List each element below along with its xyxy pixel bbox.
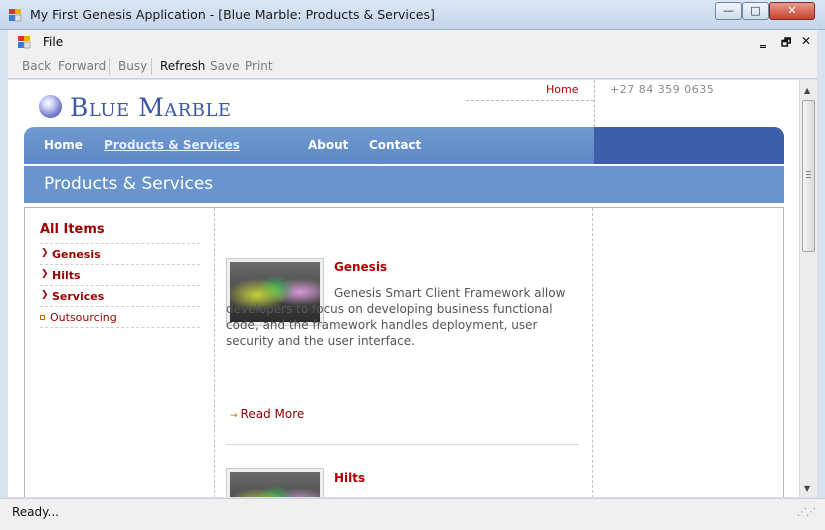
arrow-right-icon: → xyxy=(230,411,238,421)
mdi-close-button[interactable]: ✕ xyxy=(801,34,811,48)
resize-grip-icon[interactable]: ⋰⋰ xyxy=(797,507,816,518)
square-bullet-icon xyxy=(40,315,45,320)
sidebar-item-genesis[interactable]: ❯ Genesis xyxy=(40,243,200,264)
nav-item-home[interactable]: Home xyxy=(44,138,83,152)
product-description: Genesis Smart Client Framework allow dev… xyxy=(226,286,566,348)
nav-item-products-services[interactable]: Products & Services xyxy=(104,138,240,152)
refresh-button[interactable]: Refresh xyxy=(160,59,205,73)
file-menu[interactable]: File xyxy=(43,35,63,49)
chevron-right-icon: ❯ xyxy=(41,290,49,300)
grip-line xyxy=(806,174,811,175)
menu-bar: File ‗ 🗗 ✕ xyxy=(8,30,817,54)
browser-viewport[interactable]: Blue Marble Home +27 84 359 0635 Home Pr… xyxy=(8,80,799,497)
toolbar-separator xyxy=(151,58,152,75)
chevron-right-icon: ❯ xyxy=(41,269,49,279)
sidebar-item-hilts[interactable]: ❯ Hilts xyxy=(40,264,200,285)
sidebar-item-outsourcing[interactable]: Outsourcing xyxy=(40,306,200,327)
scroll-up-icon[interactable]: ▲ xyxy=(804,86,810,95)
sidebar-item-label: Hilts xyxy=(52,269,81,282)
save-button[interactable]: Save xyxy=(210,59,239,73)
grip-line xyxy=(806,171,811,172)
window-title: My First Genesis Application - [Blue Mar… xyxy=(30,7,435,22)
nav-item-about[interactable]: About xyxy=(308,138,348,152)
nav-item-contact[interactable]: Contact xyxy=(369,138,421,152)
divider xyxy=(466,100,594,101)
product-thumbnail[interactable] xyxy=(226,468,324,497)
page-header: Products & Services xyxy=(24,166,784,203)
vertical-scrollbar[interactable]: ▲ ▼ xyxy=(799,80,817,497)
back-button[interactable]: Back xyxy=(22,59,51,73)
scrollbar-thumb[interactable] xyxy=(802,100,815,252)
product-title[interactable]: Hilts xyxy=(334,471,365,485)
sidebar-item-label: Services xyxy=(52,290,105,303)
column-divider xyxy=(592,208,593,497)
toolbar: Back Forward Busy Refresh Save Print xyxy=(8,54,817,79)
sidebar-item-label: Outsourcing xyxy=(50,311,117,324)
mdi-child-icon[interactable] xyxy=(17,35,31,49)
maximize-button[interactable]: □ xyxy=(742,2,769,20)
busy-indicator: Busy xyxy=(118,59,148,73)
phone-number: +27 84 359 0635 xyxy=(610,83,715,96)
nav-right-panel xyxy=(594,127,784,164)
product-title[interactable]: Genesis xyxy=(334,260,387,274)
status-bar: Ready... ⋰⋰ xyxy=(0,498,825,530)
read-more-label: Read More xyxy=(240,407,305,421)
sidebar-title: All Items xyxy=(40,222,105,237)
scroll-down-icon[interactable]: ▼ xyxy=(804,484,810,493)
grip-line xyxy=(806,177,811,178)
app-window-icon xyxy=(9,9,22,22)
main-nav: Home Products & Services About Contact xyxy=(24,127,784,164)
minimize-button[interactable]: — xyxy=(715,2,742,20)
toolbar-separator xyxy=(109,58,110,75)
status-text: Ready... xyxy=(12,505,59,519)
close-button[interactable]: ✕ xyxy=(769,2,815,20)
read-more-link[interactable]: → Read More xyxy=(230,407,304,421)
forward-button[interactable]: Forward xyxy=(58,59,106,73)
site-logo[interactable]: Blue Marble xyxy=(70,93,232,122)
column-divider xyxy=(214,208,215,497)
sidebar-item-label: Genesis xyxy=(52,248,101,261)
page-title: Products & Services xyxy=(44,174,214,194)
window-titlebar: My First Genesis Application - [Blue Mar… xyxy=(0,0,825,30)
divider xyxy=(40,327,200,328)
divider xyxy=(594,80,595,127)
mdi-minimize-button[interactable]: ‗ xyxy=(760,34,766,48)
mdi-restore-button[interactable]: 🗗 xyxy=(781,34,791,53)
logo-orb-icon xyxy=(39,95,62,118)
top-home-link[interactable]: Home xyxy=(546,83,578,96)
print-button[interactable]: Print xyxy=(245,59,273,73)
product-image xyxy=(230,472,320,497)
sidebar-item-services[interactable]: ❯ Services xyxy=(40,285,200,306)
divider xyxy=(226,444,579,445)
chevron-right-icon: ❯ xyxy=(41,248,49,258)
